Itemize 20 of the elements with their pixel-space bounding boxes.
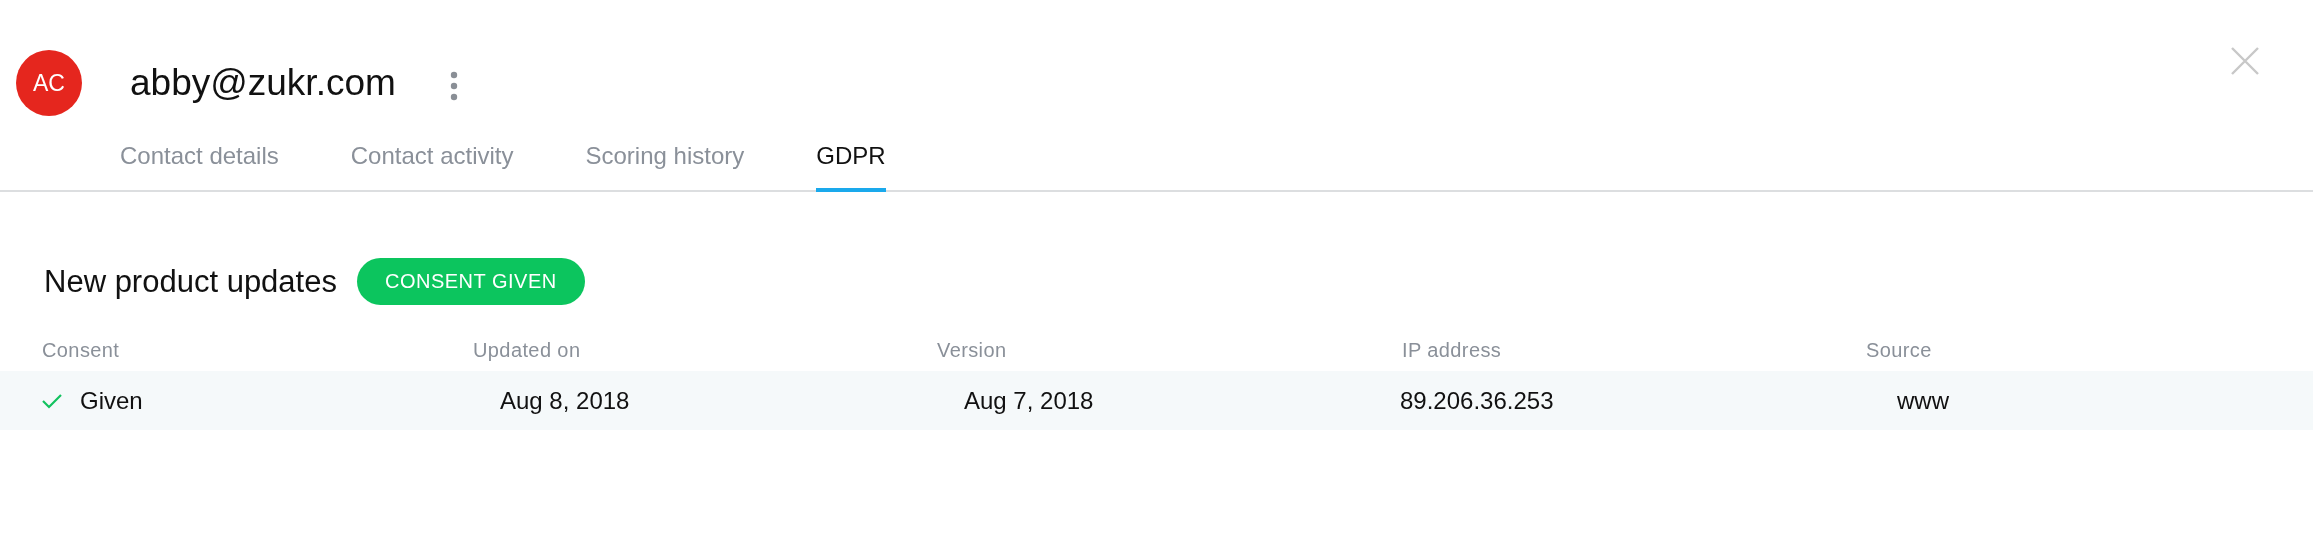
column-header: Consent [42,338,121,362]
table-cell: Aug 7, 2018 [964,386,1094,415]
table-cell: 89.206.36.253 [1400,386,1554,415]
consent-status-badge: CONSENT GIVEN [356,258,585,305]
column-header: Updated on [473,338,582,362]
tab[interactable]: GDPR [816,142,886,192]
table-cell: www [1897,386,1949,415]
tab[interactable]: Contact activity [350,142,514,192]
tab[interactable]: Contact details [120,142,279,192]
contact-email: abby@zukr.com [130,62,396,104]
column-header: Version [937,338,1008,362]
column-header: IP address [1402,338,1503,362]
table-cell: Given [80,386,143,415]
more-options-icon[interactable] [449,71,458,101]
section-title: New product updates [44,263,337,300]
column-header: Source [1866,338,1933,362]
avatar: AC [16,50,82,116]
table-cell: Aug 8, 2018 [500,386,630,415]
tab[interactable]: Scoring history [585,142,745,192]
close-icon[interactable] [2231,46,2259,75]
